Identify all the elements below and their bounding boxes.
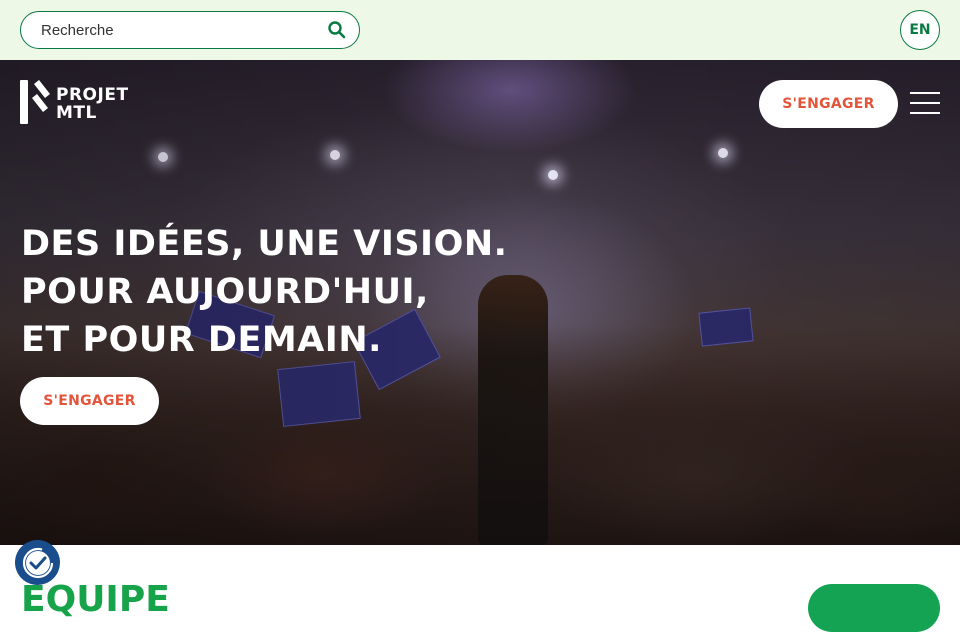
hamburger-menu-icon[interactable] bbox=[910, 92, 940, 116]
logo-line: PROJET bbox=[56, 85, 129, 105]
search-icon[interactable] bbox=[327, 20, 347, 40]
search-input[interactable] bbox=[41, 12, 321, 48]
section-title: ÉQUIPE bbox=[21, 579, 170, 620]
cookie-consent-icon[interactable] bbox=[15, 540, 60, 585]
projet-mtl-logo[interactable]: PROJET MTL bbox=[20, 80, 135, 124]
logo-wordmark: PROJET MTL bbox=[56, 86, 129, 122]
search-box bbox=[20, 11, 360, 49]
headline-line: POUR AUJOURD'HUI, bbox=[21, 272, 429, 312]
logo-mark-icon bbox=[20, 80, 50, 124]
headline-line: ET POUR DEMAIN. bbox=[21, 320, 382, 360]
language-toggle-button[interactable]: EN bbox=[900, 10, 940, 50]
logo-line: MTL bbox=[56, 103, 97, 123]
section-action-button[interactable] bbox=[808, 584, 940, 632]
engage-button[interactable]: S'ENGAGER bbox=[759, 80, 898, 128]
headline-line: DES IDÉES, UNE VISION. bbox=[21, 224, 508, 264]
hero-banner: PROJET MTL S'ENGAGER DES IDÉES, UNE VISI… bbox=[0, 60, 960, 545]
hero-engage-button[interactable]: S'ENGAGER bbox=[20, 377, 159, 425]
top-utility-bar: EN bbox=[0, 0, 960, 60]
hero-headline: DES IDÉES, UNE VISION. POUR AUJOURD'HUI,… bbox=[21, 220, 507, 364]
